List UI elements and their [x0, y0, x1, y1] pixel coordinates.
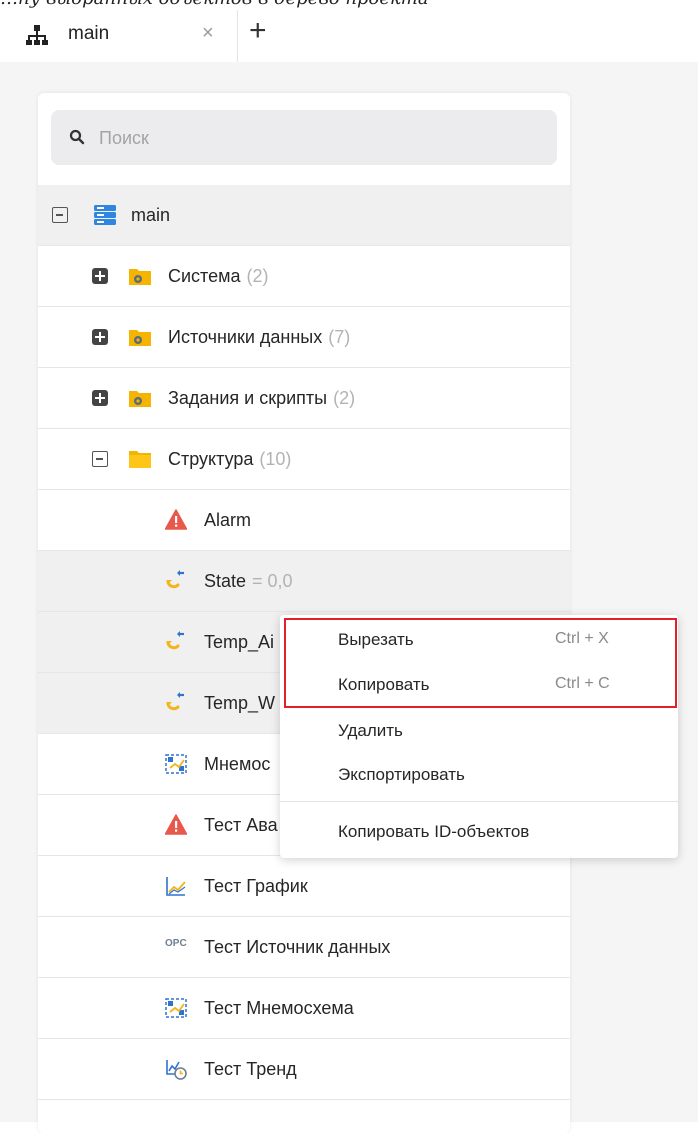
tree-node-label: Temp_W: [204, 692, 276, 713]
tree-node-label: Система: [168, 265, 241, 286]
expand-toggle-icon[interactable]: [92, 268, 108, 284]
menu-item-export[interactable]: Экспортировать: [280, 754, 678, 798]
tree-folder-data-sources[interactable]: Источники данных (7): [38, 307, 570, 368]
collapse-toggle-icon[interactable]: [52, 207, 68, 223]
page-caption: …ну выбранных объектов в дерево проекта: [0, 0, 698, 8]
tree-node-count: (2): [333, 387, 356, 408]
menu-item-label: Удалить: [338, 721, 403, 740]
tree-item-test-data-source[interactable]: OPC Тест Источник данных: [38, 917, 570, 978]
tree-node-label: State: [204, 570, 247, 591]
tree-root-main[interactable]: main: [38, 185, 570, 246]
trend-icon: [165, 1058, 187, 1080]
folder-settings-icon: [129, 387, 151, 409]
workspace: main Система (2): [0, 62, 698, 1133]
tag-icon: [165, 629, 187, 651]
tree-node-label: Задания и скрипты: [168, 387, 328, 408]
opc-icon: OPC: [165, 938, 187, 949]
search-icon: [69, 129, 85, 145]
menu-item-label: Вырезать: [338, 630, 414, 649]
mnemonic-icon: [165, 753, 187, 775]
menu-item-label: Экспортировать: [338, 765, 465, 784]
project-tree-panel: main Система (2): [38, 93, 570, 1133]
chart-icon: [165, 875, 187, 897]
menu-item-label: Копировать: [338, 675, 430, 694]
menu-item-delete[interactable]: Удалить: [280, 710, 678, 754]
tree-folder-tasks-scripts[interactable]: Задания и скрипты (2): [38, 368, 570, 429]
add-tab-button[interactable]: +: [249, 16, 267, 46]
menu-item-cut[interactable]: Вырезать Ctrl + X: [280, 619, 678, 663]
tree-item-alarm[interactable]: Alarm: [38, 490, 570, 551]
alarm-icon: [164, 814, 188, 836]
tree-node-label: Тест Мнемосхема: [204, 997, 354, 1018]
context-menu: Вырезать Ctrl + X Копировать Ctrl + C Уд…: [280, 615, 678, 858]
folder-settings-icon: [129, 265, 151, 287]
close-icon[interactable]: ×: [202, 22, 214, 45]
tree-node-label: Источники данных: [168, 326, 323, 347]
menu-item-label: Копировать ID-объектов: [338, 822, 530, 841]
tree-item-test-mnemonic[interactable]: Тест Мнемосхема: [38, 978, 570, 1039]
expand-toggle-icon[interactable]: [92, 329, 108, 345]
menu-item-copy-object-ids[interactable]: Копировать ID-объектов: [280, 811, 678, 855]
menu-divider: [280, 801, 678, 802]
tree-node-label: Тест График: [204, 875, 308, 896]
tree-item-state[interactable]: State = 0,0: [38, 551, 570, 612]
tree-node-label: Мнемос: [204, 753, 271, 774]
tree-folder-system[interactable]: Система (2): [38, 246, 570, 307]
hierarchy-icon: [26, 24, 48, 46]
tag-icon: [165, 568, 187, 590]
tree-node-label: main: [131, 204, 171, 225]
mnemonic-icon: [165, 997, 187, 1019]
expand-toggle-icon[interactable]: [92, 390, 108, 406]
folder-icon: [129, 448, 151, 470]
tree-node-label: Тест Источник данных: [204, 936, 391, 957]
tab-main[interactable]: main ×: [12, 10, 238, 62]
tree-node-label: Тест Тренд: [204, 1058, 297, 1079]
tag-icon: [165, 690, 187, 712]
menu-item-shortcut: Ctrl + C: [555, 675, 610, 692]
tree-item-test-trend[interactable]: Тест Тренд: [38, 1039, 570, 1100]
tree-node-label: Alarm: [204, 509, 252, 530]
alarm-icon: [164, 509, 188, 531]
tree-node-label: Структура: [168, 448, 254, 469]
tab-label: main: [68, 23, 110, 44]
tree-node-count: (10): [259, 448, 292, 469]
tree-node-label: Temp_Ai: [204, 631, 275, 652]
tree-item-test-chart[interactable]: Тест График: [38, 856, 570, 917]
menu-item-copy[interactable]: Копировать Ctrl + C: [280, 664, 678, 708]
search-input[interactable]: [97, 118, 541, 158]
tree-node-count: (2): [246, 265, 269, 286]
server-icon: [94, 204, 116, 226]
tree-node-value: = 0,0: [252, 570, 293, 591]
tree-node-count: (7): [328, 326, 351, 347]
tree-folder-structure[interactable]: Структура (10): [38, 429, 570, 490]
folder-settings-icon: [129, 326, 151, 348]
search-box[interactable]: [51, 110, 557, 165]
tab-bar: main × +: [0, 10, 698, 62]
collapse-toggle-icon[interactable]: [92, 451, 108, 467]
tree-node-label: Тест Ава: [204, 814, 278, 835]
menu-item-shortcut: Ctrl + X: [555, 630, 609, 647]
